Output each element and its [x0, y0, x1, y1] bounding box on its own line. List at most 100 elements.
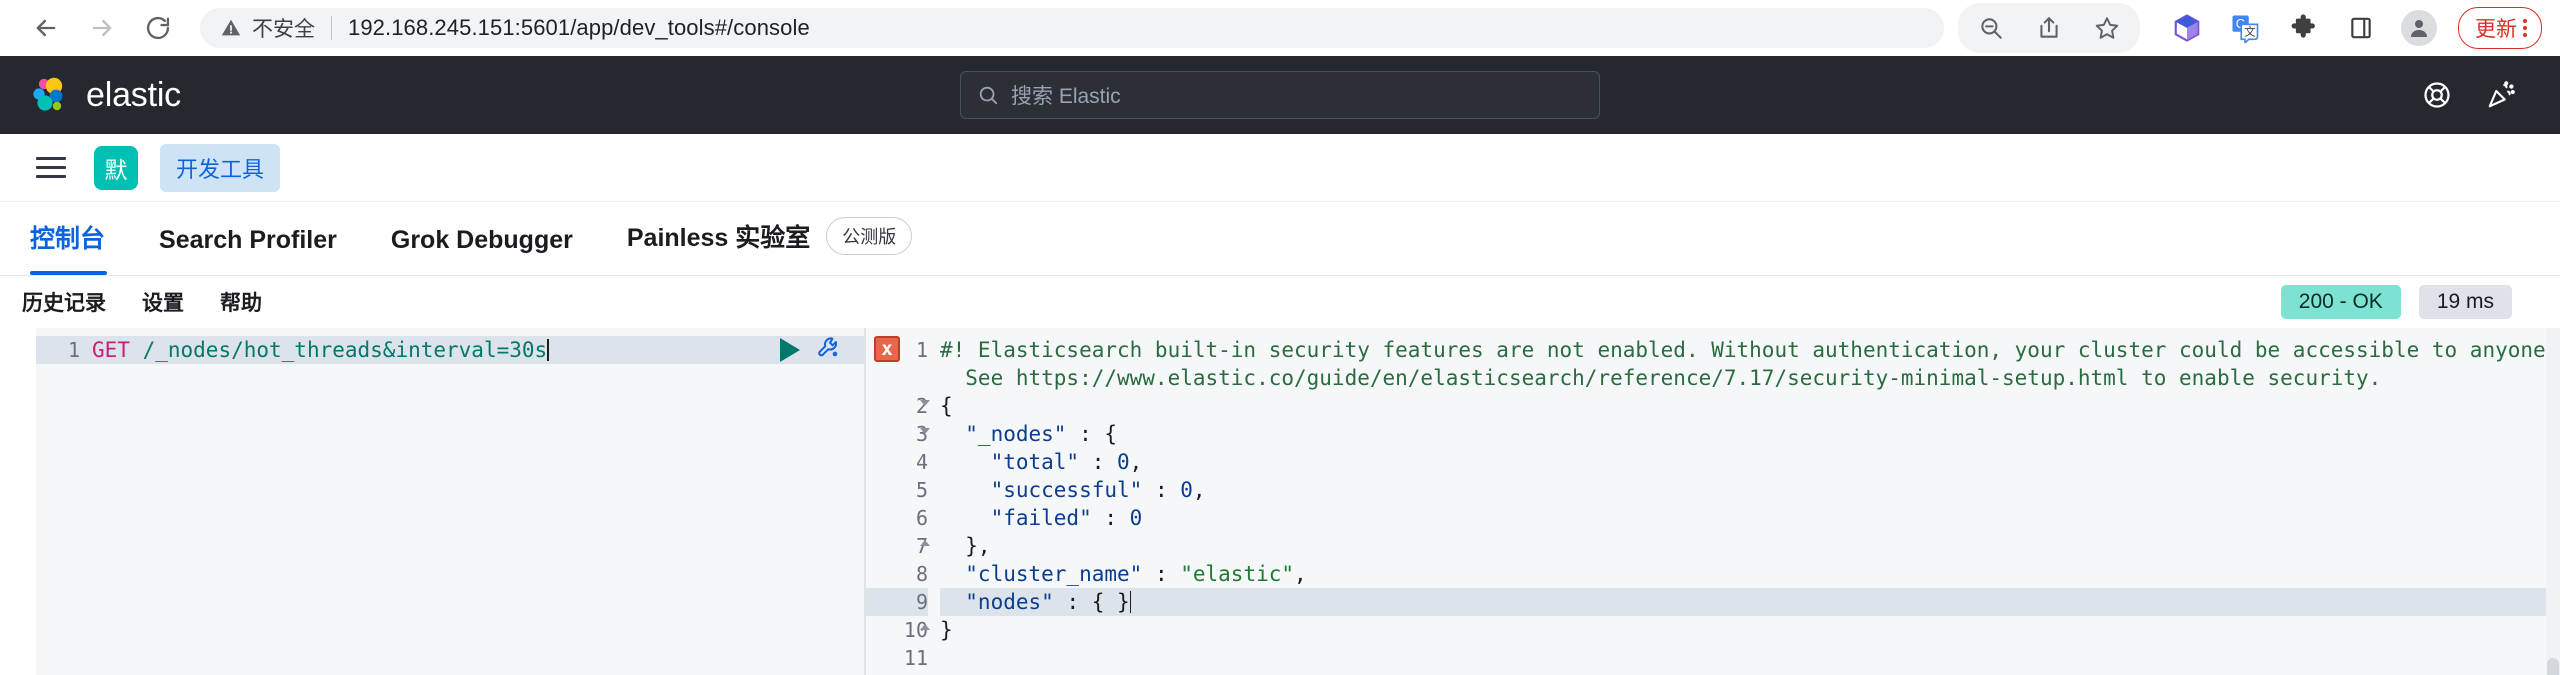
response-line[interactable] — [940, 644, 2560, 672]
response-line[interactable]: "cluster_name" : "elastic", — [940, 560, 2560, 588]
response-line-number: 2 — [915, 394, 930, 418]
code-token: "_nodes" — [940, 422, 1067, 446]
tab-grok-debugger[interactable]: Grok Debugger — [391, 226, 601, 275]
space-badge[interactable]: 默 — [94, 145, 138, 190]
help-button[interactable]: 帮助 — [220, 287, 262, 317]
address-bar[interactable]: 不安全 192.168.245.151:5601/app/dev_tools#/… — [200, 8, 1944, 48]
news-cheer-icon[interactable] — [2486, 80, 2516, 110]
breadcrumb: 默 开发工具 — [0, 134, 2560, 202]
console-split-view: 1 GET /_nodes/hot_threads&interval=30s x… — [0, 328, 2560, 675]
code-token: : { } — [1053, 590, 1130, 614]
share-icon[interactable] — [2024, 3, 2074, 53]
code-token: { — [940, 394, 953, 418]
response-line-number: 1 — [915, 338, 928, 362]
profile-avatar-icon[interactable] — [2394, 3, 2444, 53]
fold-up-icon[interactable] — [920, 624, 930, 630]
console-toolbar: 历史记录 设置 帮助 200 - OK 19 ms — [0, 276, 2560, 328]
google-translate-icon[interactable]: G 文 — [2220, 3, 2270, 53]
status-badge: 200 - OK — [2280, 285, 2401, 319]
response-scrollbar[interactable] — [2546, 328, 2560, 675]
chrome-menu-icon[interactable] — [2523, 19, 2527, 37]
request-text[interactable]: GET /_nodes/hot_threads&interval=30s — [92, 336, 780, 364]
cube-extension-icon[interactable] — [2162, 3, 2212, 53]
bookmark-star-icon[interactable] — [2082, 3, 2132, 53]
response-editor-pane[interactable]: x 1 2 3 4 5 6 7 8 9 10 11 #! Elasticsearch built-i… — [866, 328, 2560, 675]
send-request-icon[interactable] — [780, 338, 800, 362]
code-token: : { — [1066, 422, 1118, 446]
code-token: "total" — [940, 450, 1080, 474]
update-button[interactable]: 更新 — [2458, 7, 2542, 49]
response-line-number: 4 — [915, 450, 928, 474]
code-token: , — [1294, 562, 1307, 586]
help-lifebuoy-icon[interactable] — [2422, 80, 2452, 110]
response-line-number: 3 — [915, 422, 930, 446]
request-actions — [780, 335, 864, 365]
response-line-number: 7 — [915, 534, 930, 558]
response-code-area[interactable]: 1 2 3 4 5 6 7 8 9 10 11 #! Elasticsearch built-in … — [866, 328, 2560, 675]
response-line[interactable]: { — [940, 392, 2560, 420]
security-label: 不安全 — [252, 18, 315, 41]
browser-toolbar: 不安全 192.168.245.151:5601/app/dev_tools#/… — [0, 0, 2560, 56]
fold-down-icon[interactable] — [920, 428, 930, 434]
url-text: 192.168.245.151:5601/app/dev_tools#/cons… — [348, 15, 810, 40]
response-line-number: 11 — [903, 646, 928, 670]
warning-triangle-icon — [221, 19, 241, 36]
elastic-logo-link[interactable]: elastic — [30, 75, 181, 115]
request-active-line[interactable]: 1 GET /_nodes/hot_threads&interval=30s — [36, 336, 864, 364]
elastic-global-header: elastic 搜索 Elastic — [0, 56, 2560, 134]
code-token: , — [1192, 478, 1206, 502]
response-line[interactable]: "nodes" : { } — [940, 588, 2560, 616]
nav-menu-button[interactable] — [30, 151, 72, 184]
wrench-icon[interactable] — [816, 335, 842, 365]
code-token: "elastic" — [1180, 562, 1295, 586]
forward-button[interactable] — [74, 0, 130, 56]
global-search-input[interactable]: 搜索 Elastic — [960, 71, 1600, 119]
side-panel-icon[interactable] — [2336, 3, 2386, 53]
back-button[interactable] — [18, 0, 74, 56]
request-editor-pane[interactable]: 1 GET /_nodes/hot_threads&interval=30s — [0, 328, 866, 675]
reload-button[interactable] — [130, 0, 186, 56]
code-token: : — [1142, 478, 1181, 502]
response-line[interactable]: "_nodes" : { — [940, 420, 2560, 448]
code-token: "nodes" — [940, 590, 1054, 614]
response-line-number — [866, 364, 928, 392]
zoom-out-icon[interactable] — [1966, 3, 2016, 53]
tab-console[interactable]: 控制台 — [30, 219, 133, 275]
forward-arrow-icon — [92, 19, 112, 37]
request-path: /_nodes/hot_threads&interval=30s — [129, 338, 548, 362]
back-arrow-icon — [36, 19, 56, 37]
response-line[interactable]: "successful" : 0, — [940, 476, 2560, 504]
reload-icon — [146, 16, 170, 40]
response-line[interactable]: #! Elasticsearch built-in security featu… — [940, 336, 2560, 364]
request-left-margin — [0, 328, 36, 675]
response-line[interactable]: "failed" : 0 — [940, 504, 2560, 532]
omnibox-divider — [331, 16, 332, 40]
tab-console-label: 控制台 — [30, 225, 106, 253]
code-token: "cluster_name" — [940, 562, 1143, 586]
response-line-number: 5 — [915, 478, 928, 502]
tab-search-profiler[interactable]: Search Profiler — [159, 226, 365, 275]
code-token: }, — [940, 534, 991, 558]
security-indicator[interactable]: 不安全 — [220, 13, 315, 43]
status-duration-badge: 19 ms — [2418, 285, 2512, 319]
code-token: See https://www.elastic.co/guide/en/elas… — [940, 366, 2382, 390]
response-line[interactable]: See https://www.elastic.co/guide/en/elas… — [940, 364, 2560, 392]
beta-badge: 公测版 — [826, 217, 913, 255]
tab-painless-lab[interactable]: Painless 实验室 公测版 — [627, 217, 940, 275]
response-line[interactable]: } — [940, 616, 2560, 644]
puzzle-extensions-icon[interactable] — [2278, 3, 2328, 53]
breadcrumb-item-dev-tools[interactable]: 开发工具 — [160, 143, 281, 192]
response-line[interactable]: }, — [940, 532, 2560, 560]
response-scrollbar-thumb[interactable] — [2547, 658, 2559, 675]
response-code-text[interactable]: #! Elasticsearch built-in security featu… — [940, 328, 2560, 675]
fold-up-icon[interactable] — [920, 540, 930, 546]
history-button[interactable]: 历史记录 — [22, 287, 106, 317]
response-line-number: 8 — [915, 562, 928, 586]
fold-down-icon[interactable] — [920, 400, 930, 406]
settings-button[interactable]: 设置 — [142, 287, 184, 317]
response-line[interactable]: "total" : 0, — [940, 448, 2560, 476]
browser-toolbar-actions: G 文 更新 — [1958, 3, 2542, 53]
code-token: 0 — [1129, 506, 1143, 530]
code-token: "failed" — [940, 506, 1092, 530]
request-empty-area[interactable] — [36, 364, 864, 675]
